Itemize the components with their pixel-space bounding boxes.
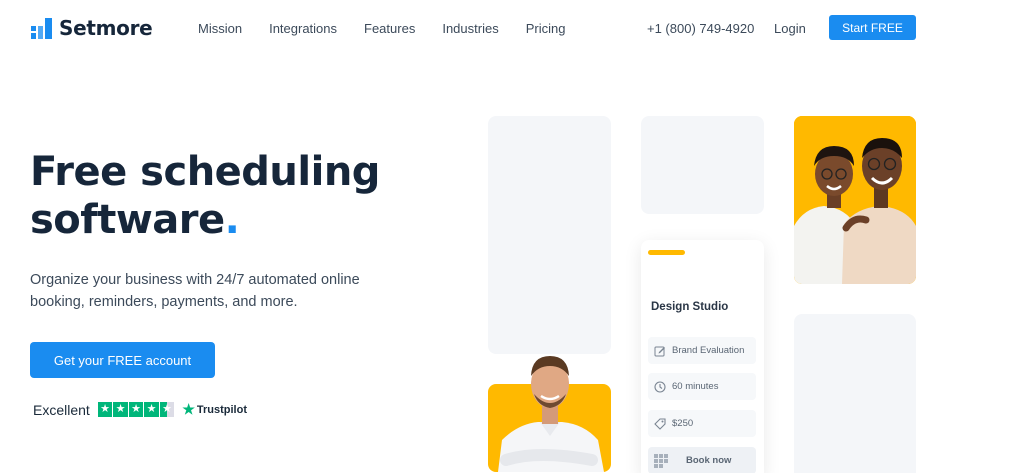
trustpilot-rating[interactable]: Excellent ★ ★ ★ ★ ★ ★ Trustpilot: [33, 401, 247, 418]
accent-bar: [648, 250, 685, 255]
nav-industries[interactable]: Industries: [442, 21, 498, 36]
hero-subtitle: Organize your business with 24/7 automat…: [30, 272, 360, 310]
booking-widget: Design Studio Brand Evaluation 60 minute…: [641, 240, 764, 473]
hero-title: Free scheduling software.: [30, 148, 380, 244]
service-name: Brand Evaluation: [672, 345, 745, 356]
logo-text: Setmore: [59, 16, 153, 40]
rating-stars: ★ ★ ★ ★ ★: [97, 402, 175, 417]
star-icon: ★: [113, 402, 128, 417]
service-row[interactable]: Brand Evaluation: [648, 337, 756, 364]
man-illustration: [488, 356, 611, 472]
trustpilot-logo: ★ Trustpilot: [182, 401, 247, 418]
duration-value: 60 minutes: [672, 381, 719, 392]
customers-photo: [794, 116, 916, 284]
placeholder-card: [641, 116, 764, 214]
hero-title-line1: Free scheduling: [30, 149, 380, 195]
nav-integrations[interactable]: Integrations: [269, 21, 337, 36]
nav-features[interactable]: Features: [364, 21, 415, 36]
title-accent-dot: .: [224, 197, 240, 243]
nav-pricing[interactable]: Pricing: [526, 21, 566, 36]
login-link[interactable]: Login: [774, 21, 806, 36]
price-row[interactable]: $250: [648, 410, 756, 437]
placeholder-card: [794, 314, 916, 473]
placeholder-card: [488, 116, 611, 354]
book-now-button[interactable]: Book now: [648, 447, 756, 473]
star-icon: ★: [128, 402, 144, 417]
half-star-icon: ★: [159, 402, 175, 417]
nav-mission[interactable]: Mission: [198, 21, 242, 36]
get-free-account-button[interactable]: Get your FREE account: [30, 342, 215, 378]
booking-title: Design Studio: [651, 301, 729, 313]
top-navigation: Setmore Mission Integrations Features In…: [0, 0, 1024, 56]
edit-icon: [654, 346, 665, 356]
star-icon: ★: [144, 402, 159, 417]
trustpilot-name: Trustpilot: [196, 403, 247, 416]
two-people-illustration: [794, 116, 916, 284]
rating-label: Excellent: [33, 401, 90, 418]
book-now-label: Book now: [686, 455, 732, 466]
start-free-button[interactable]: Start FREE: [829, 15, 916, 40]
hero-title-line2: software: [30, 197, 225, 243]
star-icon: ★: [97, 402, 113, 417]
price-tag-icon: [654, 417, 666, 430]
price-value: $250: [672, 418, 694, 429]
duration-row[interactable]: 60 minutes: [648, 373, 756, 400]
clock-icon: [654, 380, 666, 393]
logo[interactable]: Setmore: [31, 16, 153, 40]
calendar-grid-icon: [654, 453, 668, 468]
trustpilot-star-icon: ★: [182, 401, 195, 417]
logo-icon: [31, 17, 52, 39]
professional-photo: [488, 356, 611, 473]
phone-number[interactable]: +1 (800) 749-4920: [647, 21, 754, 36]
main-nav: Mission Integrations Features Industries…: [198, 21, 592, 36]
